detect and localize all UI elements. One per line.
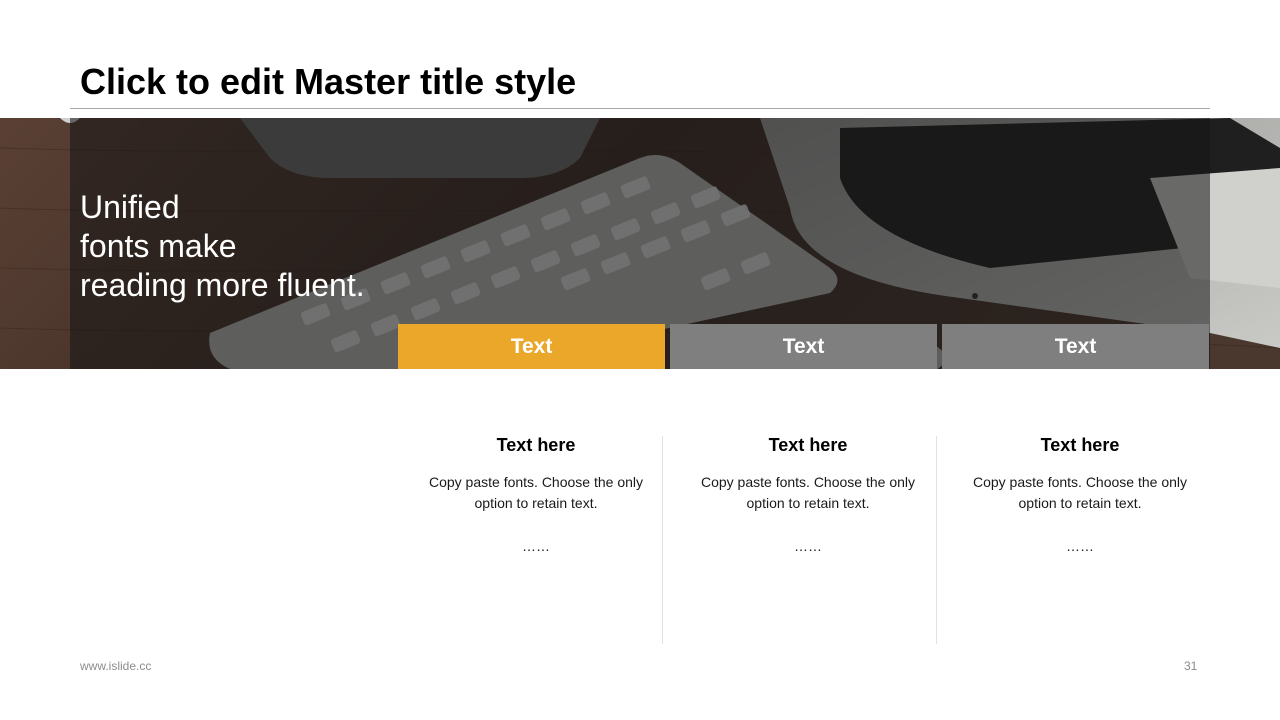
content-column-3: Text here Copy paste fonts. Choose the o… [964, 432, 1196, 556]
column-3-heading: Text here [1040, 435, 1120, 455]
column-1-body: Copy paste fonts. Choose the only option… [428, 474, 644, 511]
banner-tagline: Unified fonts make reading more fluent. [80, 188, 400, 305]
tab-3[interactable]: Text [942, 324, 1209, 369]
banner-line-1: Unified [80, 189, 180, 225]
tab-3-label: Text [1054, 334, 1097, 358]
column-1-heading: Text here [496, 435, 576, 455]
column-divider-2 [936, 436, 937, 644]
tab-2-label: Text [782, 334, 825, 358]
tab-1[interactable]: Text [398, 324, 665, 369]
content-column-1: Text here Copy paste fonts. Choose the o… [420, 432, 652, 556]
column-2-ellipsis: …… [794, 538, 822, 554]
footer-website: www.islide.cc [80, 659, 152, 673]
tab-2[interactable]: Text [670, 324, 937, 369]
column-1-ellipsis: …… [522, 538, 550, 554]
column-2-body: Copy paste fonts. Choose the only option… [700, 474, 916, 511]
column-2-heading: Text here [768, 435, 848, 455]
column-3-body: Copy paste fonts. Choose the only option… [972, 474, 1188, 511]
page-number: 31 [1184, 659, 1198, 673]
column-3-ellipsis: …… [1066, 538, 1094, 554]
banner-line-2: fonts make [80, 228, 237, 264]
content-column-2: Text here Copy paste fonts. Choose the o… [692, 432, 924, 556]
slide-title: Click to edit Master title style [80, 61, 577, 102]
banner-line-3: reading more fluent. [80, 267, 365, 303]
tab-1-label: Text [510, 334, 553, 358]
column-divider-1 [662, 436, 663, 644]
title-underline [70, 108, 1210, 109]
